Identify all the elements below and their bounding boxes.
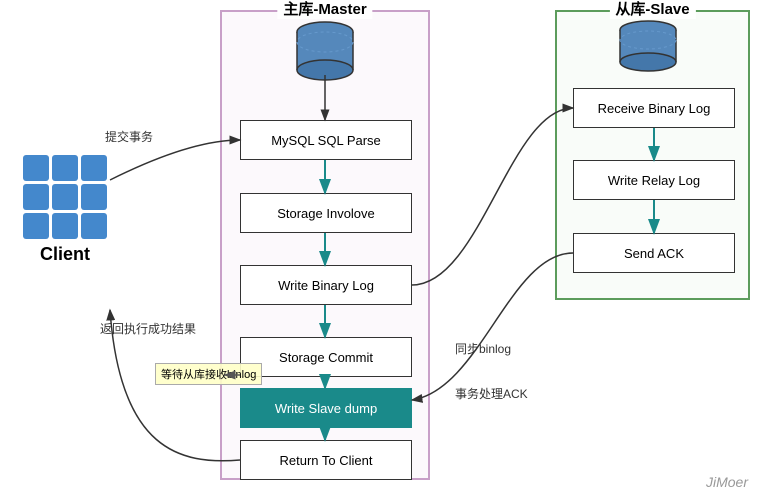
client-icon: Client <box>20 155 110 265</box>
sync-binlog-label: 同步binlog <box>455 340 511 357</box>
send-ack-box: Send ACK <box>573 233 735 273</box>
write-binary-log-label: Write Binary Log <box>278 278 374 293</box>
storage-commit-label: Storage Commit <box>279 350 373 365</box>
client-cell <box>23 184 49 210</box>
write-slave-dump-box: Write Slave dump <box>240 388 412 428</box>
wait-binlog-label: 等待从库接收binlog <box>155 363 262 385</box>
client-cell <box>81 184 107 210</box>
storage-involve-box: Storage Involove <box>240 193 412 233</box>
diagram: 主库-Master 从库-Slave Client <box>0 0 763 500</box>
return-to-client-label: Return To Client <box>280 453 373 468</box>
client-cell <box>81 213 107 239</box>
tx-ack-label: 事务处理ACK <box>455 385 528 402</box>
client-cell <box>23 213 49 239</box>
master-db-icon <box>290 20 360 85</box>
receive-binary-log-box: Receive Binary Log <box>573 88 735 128</box>
client-cell <box>52 213 78 239</box>
client-label: Client <box>20 244 110 265</box>
master-title: 主库-Master <box>277 0 372 19</box>
mysql-sql-parse-label: MySQL SQL Parse <box>271 133 381 148</box>
slave-title: 从库-Slave <box>609 0 695 19</box>
return-to-client-box: Return To Client <box>240 440 412 480</box>
client-cell <box>52 184 78 210</box>
return-result-label: 返回执行成功结果 <box>100 320 196 337</box>
slave-db-icon <box>613 20 683 75</box>
client-grid <box>23 155 107 239</box>
client-cell <box>52 155 78 181</box>
storage-commit-box: Storage Commit <box>240 337 412 377</box>
watermark: JiMoer <box>706 474 748 490</box>
client-cell <box>23 155 49 181</box>
write-binary-log-box: Write Binary Log <box>240 265 412 305</box>
mysql-sql-parse-box: MySQL SQL Parse <box>240 120 412 160</box>
client-cell <box>81 155 107 181</box>
write-relay-log-box: Write Relay Log <box>573 160 735 200</box>
storage-involve-label: Storage Involove <box>277 206 375 221</box>
send-ack-label: Send ACK <box>624 246 684 261</box>
write-relay-log-label: Write Relay Log <box>608 173 700 188</box>
submit-tx-label: 提交事务 <box>105 128 153 145</box>
write-slave-dump-label: Write Slave dump <box>275 401 377 416</box>
receive-binary-log-label: Receive Binary Log <box>598 101 711 116</box>
